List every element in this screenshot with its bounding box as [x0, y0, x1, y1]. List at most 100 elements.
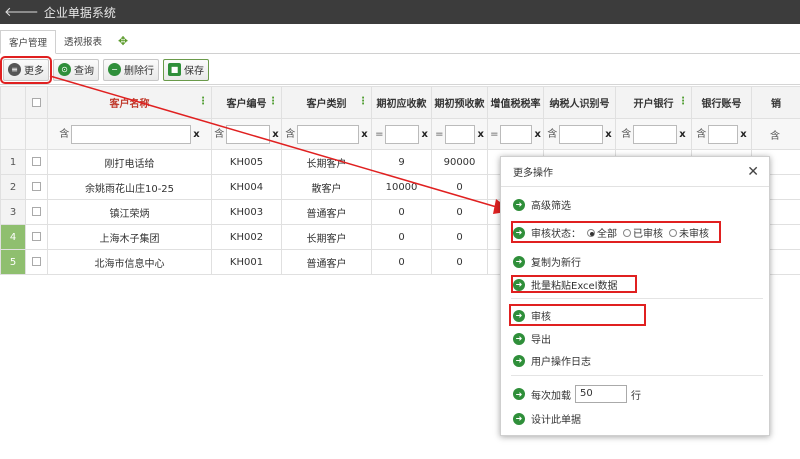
cell-customer-code[interactable]: KH001 — [211, 249, 282, 275]
header-taxpayer-id[interactable]: 纳税人识别号 — [543, 86, 616, 119]
column-menu-icon[interactable]: ⋮ — [358, 96, 368, 107]
clear-filter-icon[interactable]: x — [740, 129, 746, 140]
radio-all[interactable] — [587, 228, 595, 237]
row-select[interactable] — [25, 174, 48, 200]
clear-filter-icon[interactable]: x — [477, 129, 483, 140]
cell-customer-type[interactable]: 长期客户 — [281, 149, 372, 175]
row-checkbox[interactable] — [32, 182, 41, 191]
load-rows-input[interactable]: 50 — [575, 385, 627, 403]
paste-excel-item[interactable]: ➜ 批量粘贴Excel数据 — [513, 277, 618, 292]
filter-op: 含 — [621, 129, 632, 140]
filter-input[interactable] — [297, 124, 360, 144]
filter-input[interactable] — [708, 124, 739, 144]
filter-taxpayer-id: 含x — [543, 118, 616, 150]
column-menu-icon[interactable]: ⋮ — [678, 96, 688, 107]
cell-opening-receivable[interactable]: 0 — [371, 224, 432, 250]
clear-filter-icon[interactable]: x — [534, 129, 540, 140]
user-log-item[interactable]: ➜ 用户操作日志 — [513, 353, 591, 368]
clear-filter-icon[interactable]: x — [193, 129, 199, 140]
close-icon[interactable]: ✕ — [747, 164, 759, 180]
tab-customer-management[interactable]: 客户管理 — [0, 30, 57, 54]
cell-customer-type[interactable]: 普通客户 — [281, 199, 372, 225]
row-number: 3 — [0, 199, 26, 225]
column-menu-icon[interactable]: ⋮ — [268, 96, 278, 107]
cell-opening-prepaid[interactable]: 0 — [431, 249, 488, 275]
row-select[interactable] — [25, 249, 48, 275]
cell-opening-receivable[interactable]: 0 — [371, 199, 432, 225]
filter-input[interactable] — [385, 124, 420, 144]
cell-customer-type[interactable]: 长期客户 — [281, 224, 372, 250]
tab-add[interactable]: ✥ — [110, 29, 136, 53]
header-opening-prepaid[interactable]: 期初预收款 — [431, 86, 488, 119]
tab-pivot-report[interactable]: 透视报表 — [56, 29, 110, 53]
radio-audited-label: 已审核 — [633, 229, 663, 240]
header-row: 客户名称 ⋮ 客户编号 ⋮ 客户类别 ⋮ 期初应收款 期初预收款 增值税税率 纳税人识… — [0, 86, 800, 119]
more-button[interactable]: ≡ 更多 — [0, 55, 52, 84]
filter-input[interactable] — [445, 124, 476, 144]
header-vat-rate[interactable]: 增值税税率 — [487, 86, 544, 119]
filter-input[interactable] — [500, 124, 533, 144]
header-label: 客户名称 — [109, 99, 150, 110]
clear-filter-icon[interactable]: x — [605, 129, 611, 140]
filter-input[interactable] — [71, 124, 192, 144]
cell-customer-code[interactable]: KH004 — [211, 174, 282, 200]
save-button[interactable]: ■ 保存 — [163, 58, 209, 81]
row-checkbox[interactable] — [32, 257, 41, 266]
query-button[interactable]: ⊙ 查询 — [53, 58, 99, 81]
back-arrow-icon[interactable]: 🡐 — [4, 4, 39, 20]
cell-opening-prepaid[interactable]: 90000 — [431, 149, 488, 175]
cell-customer-code[interactable]: KH002 — [211, 224, 282, 250]
header-label: 客户编号 — [226, 99, 267, 110]
row-checkbox[interactable] — [32, 207, 41, 216]
header-opening-receivable[interactable]: 期初应收款 — [371, 86, 432, 119]
design-form-item[interactable]: ➜ 设计此单据 — [513, 411, 581, 426]
header-customer-name[interactable]: 客户名称 ⋮ — [47, 86, 212, 119]
more-label: 更多 — [24, 66, 44, 77]
header-customer-type[interactable]: 客户类别 ⋮ — [281, 86, 372, 119]
clear-filter-icon[interactable]: x — [679, 129, 685, 140]
clear-filter-icon[interactable]: x — [272, 129, 278, 140]
tab-label: 透视报表 — [64, 37, 103, 48]
cell-opening-receivable[interactable]: 0 — [371, 249, 432, 275]
cell-customer-name[interactable]: 镇江荣炳 — [47, 199, 212, 225]
cell-customer-type[interactable]: 普通客户 — [281, 249, 372, 275]
cell-customer-name[interactable]: 余姚雨花山庄10-25 — [47, 174, 212, 200]
select-all-checkbox[interactable] — [32, 97, 41, 107]
filter-input[interactable] — [633, 124, 678, 144]
export-item[interactable]: ➜ 导出 — [513, 331, 551, 346]
header-select-all[interactable] — [25, 86, 48, 119]
clear-filter-icon[interactable]: x — [421, 129, 427, 140]
row-checkbox[interactable] — [32, 157, 41, 166]
radio-audited[interactable] — [623, 228, 631, 237]
paste-excel-label: 批量粘贴Excel数据 — [531, 281, 618, 292]
advanced-filter-item[interactable]: ➜ 高级筛选 — [513, 197, 571, 212]
cell-opening-prepaid[interactable]: 0 — [431, 199, 488, 225]
header-customer-code[interactable]: 客户编号 ⋮ — [211, 86, 282, 119]
row-checkbox[interactable] — [32, 232, 41, 241]
header-bank[interactable]: 开户银行 ⋮ — [615, 86, 692, 119]
cell-customer-name[interactable]: 上海木子集团 — [47, 224, 212, 250]
radio-unaudited[interactable] — [669, 228, 677, 237]
row-select[interactable] — [25, 199, 48, 225]
radio-unaudited-label: 未审核 — [679, 229, 709, 240]
copy-new-row-item[interactable]: ➜ 复制为新行 — [513, 254, 581, 269]
filter-input[interactable] — [226, 124, 271, 144]
header-sales[interactable]: 销 — [751, 86, 800, 119]
audit-item[interactable]: ➜ 审核 — [513, 308, 551, 323]
clear-filter-icon[interactable]: x — [361, 129, 367, 140]
cell-opening-receivable[interactable]: 10000 — [371, 174, 432, 200]
filter-input[interactable] — [559, 124, 604, 144]
cell-customer-name[interactable]: 刚打电话给 — [47, 149, 212, 175]
column-menu-icon[interactable]: ⋮ — [198, 96, 208, 107]
row-select[interactable] — [25, 224, 48, 250]
header-bank-account[interactable]: 银行账号 — [691, 86, 752, 119]
cell-customer-type[interactable]: 散客户 — [281, 174, 372, 200]
row-select[interactable] — [25, 149, 48, 175]
delete-row-button[interactable]: − 删除行 — [103, 58, 159, 81]
cell-customer-code[interactable]: KH005 — [211, 149, 282, 175]
cell-opening-receivable[interactable]: 9 — [371, 149, 432, 175]
cell-customer-name[interactable]: 北海市信息中心 — [47, 249, 212, 275]
cell-customer-code[interactable]: KH003 — [211, 199, 282, 225]
cell-opening-prepaid[interactable]: 0 — [431, 224, 488, 250]
cell-opening-prepaid[interactable]: 0 — [431, 174, 488, 200]
